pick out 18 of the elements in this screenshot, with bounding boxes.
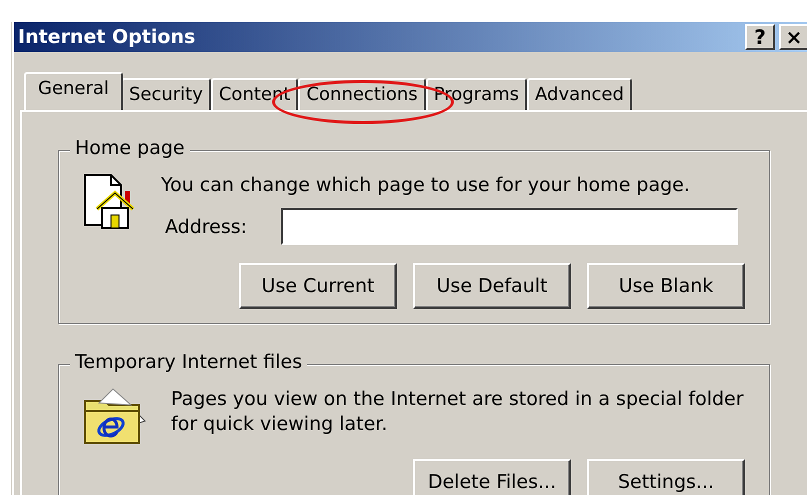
null[interactable]: Use Current — [239, 263, 397, 309]
description-text: Pages you view on the Internet are stored in a special folder for quick viewing later. — [171, 387, 745, 437]
group-title: Temporary Internet files — [70, 351, 308, 373]
null[interactable]: Use Default — [413, 263, 571, 309]
tab[interactable]: Connections — [298, 78, 426, 110]
tab[interactable]: Advanced — [527, 78, 632, 110]
title-bar-button[interactable]: ? — [745, 24, 775, 50]
description-text: You can change which page to use for your home page. — [161, 173, 691, 198]
null[interactable]: Settings... — [587, 459, 745, 495]
null[interactable]: Use Blank — [587, 263, 745, 309]
tab[interactable]: Security — [120, 78, 211, 110]
address-label: Address: — [165, 216, 248, 238]
address-field[interactable] — [281, 208, 738, 245]
window-title: Internet Options — [18, 26, 196, 48]
title-bar-button[interactable]: × — [779, 24, 807, 50]
null[interactable]: Delete Files... — [413, 459, 571, 495]
tab[interactable]: General — [24, 72, 123, 110]
group-title: Home page — [70, 137, 190, 159]
